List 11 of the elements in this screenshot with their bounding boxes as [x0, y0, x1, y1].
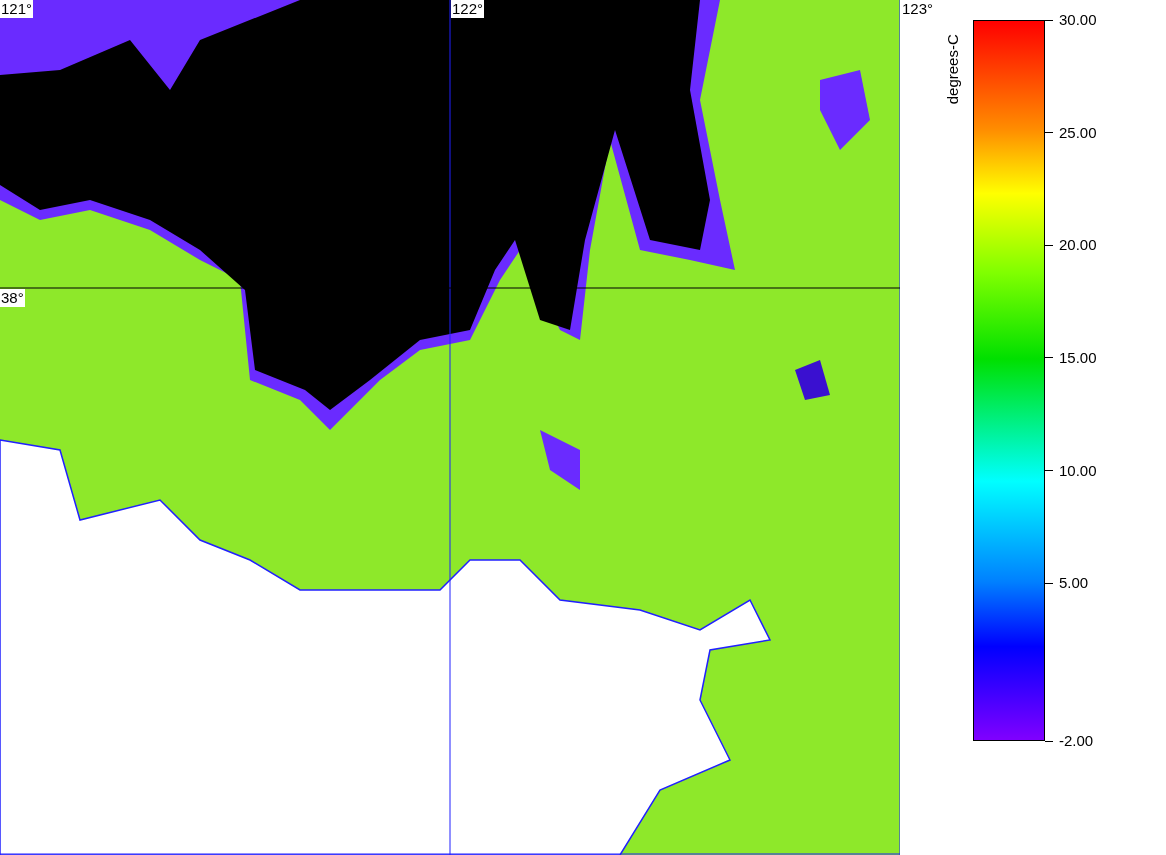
scale-tick-label: 30.00: [1059, 11, 1097, 29]
longitude-label: 122°: [451, 0, 485, 18]
longitude-label: 121°: [0, 0, 34, 18]
scale-tick-label: 5.00: [1059, 574, 1089, 593]
scale-tick-label: 25.00: [1059, 123, 1097, 142]
legend-title: degrees-C: [942, 34, 962, 105]
scale-tick-label: -2.00: [1059, 732, 1094, 750]
scale-tick-label: 10.00: [1059, 461, 1097, 480]
latitude-label: 38°: [0, 289, 25, 307]
scale-tick-label: 20.00: [1059, 236, 1097, 255]
scale-tick-label: 15.00: [1059, 348, 1097, 367]
